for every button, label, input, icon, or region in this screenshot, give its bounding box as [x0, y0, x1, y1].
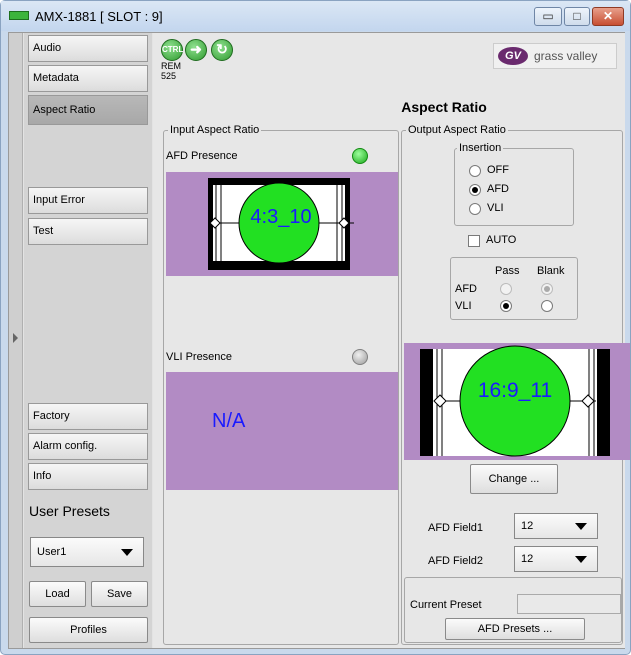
arrow-icon[interactable]: ➜	[185, 39, 207, 61]
rem-label: REM 525	[161, 61, 181, 81]
collapse-strip[interactable]	[9, 33, 23, 648]
afd-field2-value: 12	[521, 553, 534, 565]
insertion-off-radio[interactable]	[469, 165, 481, 177]
afd-pass-radio[interactable]	[500, 283, 512, 295]
vli-presence-label: VLI Presence	[166, 351, 233, 363]
chevron-down-icon	[575, 556, 587, 563]
vli-pass-radio[interactable]	[500, 300, 512, 312]
sidebar-item-factory[interactable]: Factory	[28, 403, 148, 430]
page-title: Aspect Ratio	[401, 99, 487, 115]
sidebar-item-audio[interactable]: Audio	[28, 35, 148, 62]
insertion-off-label: OFF	[487, 164, 509, 176]
afd-field1-value: 12	[521, 520, 534, 532]
output-group-label: Output Aspect Ratio	[406, 124, 508, 136]
current-preset-group: Current Preset AFD Presets ...	[404, 577, 622, 643]
afd-field2-dropdown[interactable]: 12	[514, 546, 598, 572]
pass-label: Pass	[495, 265, 520, 277]
vli-value: N/A	[212, 410, 246, 432]
output-afd-code: 16:9_11	[477, 379, 553, 402]
chevron-down-icon	[121, 549, 133, 556]
afd-blank-radio[interactable]	[541, 283, 553, 295]
output-afd-preview: 16:9_11	[404, 343, 630, 460]
pass-blank-group: Pass Blank AFD VLI	[450, 257, 578, 320]
sidebar-item-alarm-config[interactable]: Alarm config.	[28, 433, 148, 460]
sidebar-item-input-error[interactable]: Input Error	[28, 187, 148, 214]
insertion-afd-label: AFD	[487, 183, 509, 195]
app-icon	[9, 11, 29, 20]
save-button[interactable]: Save	[91, 581, 148, 607]
expand-arrow-icon[interactable]	[13, 333, 18, 343]
insertion-afd-radio[interactable]	[469, 184, 481, 196]
refresh-icon[interactable]: ↻	[211, 39, 233, 61]
main-panel: CTRL ➜ ↻ REM 525 GV grass valley Aspect …	[153, 33, 630, 648]
user-preset-dropdown[interactable]: User1	[30, 537, 144, 567]
load-button[interactable]: Load	[29, 581, 86, 607]
insertion-group: Insertion OFF AFD VLI	[454, 142, 574, 226]
vli-blank-radio[interactable]	[541, 300, 553, 312]
blank-label: Blank	[537, 265, 565, 277]
vli-presence-led	[352, 349, 368, 365]
auto-checkbox[interactable]	[468, 235, 480, 247]
vli-row-label: VLI	[455, 300, 472, 312]
app-window: AMX-1881 [ SLOT : 9] ▭ □ ✕ Audio Metadat…	[0, 0, 631, 655]
chevron-down-icon	[575, 523, 587, 530]
afd-presets-button[interactable]: AFD Presets ...	[445, 618, 585, 640]
close-button[interactable]: ✕	[592, 7, 624, 26]
current-preset-field	[517, 594, 621, 614]
gv-mark-icon: GV	[498, 47, 528, 65]
user-preset-value: User1	[37, 546, 67, 558]
sidebar-item-info[interactable]: Info	[28, 463, 148, 490]
user-presets-label: User Presets	[29, 503, 110, 519]
insertion-label: Insertion	[457, 142, 504, 154]
afd-field1-dropdown[interactable]: 12	[514, 513, 598, 539]
ctrl-icon[interactable]: CTRL	[161, 39, 183, 61]
output-aspect-ratio-group: Output Aspect Ratio Insertion OFF AFD VL…	[401, 124, 630, 645]
input-group-label: Input Aspect Ratio	[168, 124, 262, 136]
input-afd-code: 4:3_10	[250, 206, 312, 228]
sidebar-item-test[interactable]: Test	[28, 218, 148, 245]
afd-presence-label: AFD Presence	[166, 150, 238, 162]
insertion-vli-radio[interactable]	[469, 203, 481, 215]
sidebar-item-metadata[interactable]: Metadata	[28, 65, 148, 92]
title-bar: AMX-1881 [ SLOT : 9] ▭ □ ✕	[1, 1, 630, 31]
afd-field2-label: AFD Field2	[428, 555, 484, 567]
input-aspect-ratio-group: Input Aspect Ratio AFD Presence 4:3_10 V…	[163, 124, 399, 645]
auto-label: AUTO	[486, 234, 517, 246]
input-vli-preview: N/A	[166, 372, 398, 490]
window-title: AMX-1881 [ SLOT : 9]	[35, 9, 163, 24]
input-afd-preview: 4:3_10	[166, 172, 398, 276]
sidebar: Audio Metadata Aspect Ratio Input Error …	[24, 33, 152, 648]
client-area: Audio Metadata Aspect Ratio Input Error …	[8, 32, 630, 649]
minimize-button[interactable]: ▭	[534, 7, 562, 26]
sidebar-item-aspect-ratio[interactable]: Aspect Ratio	[28, 95, 148, 125]
profiles-button[interactable]: Profiles	[29, 617, 148, 643]
change-button[interactable]: Change ...	[470, 464, 558, 494]
afd-field1-label: AFD Field1	[428, 522, 484, 534]
insertion-vli-label: VLI	[487, 202, 504, 214]
grass-valley-logo: GV grass valley	[493, 43, 617, 69]
logo-text: grass valley	[534, 49, 598, 63]
current-preset-label: Current Preset	[410, 599, 482, 611]
afd-presence-led	[352, 148, 368, 164]
maximize-button[interactable]: □	[564, 7, 590, 26]
afd-row-label: AFD	[455, 283, 477, 295]
